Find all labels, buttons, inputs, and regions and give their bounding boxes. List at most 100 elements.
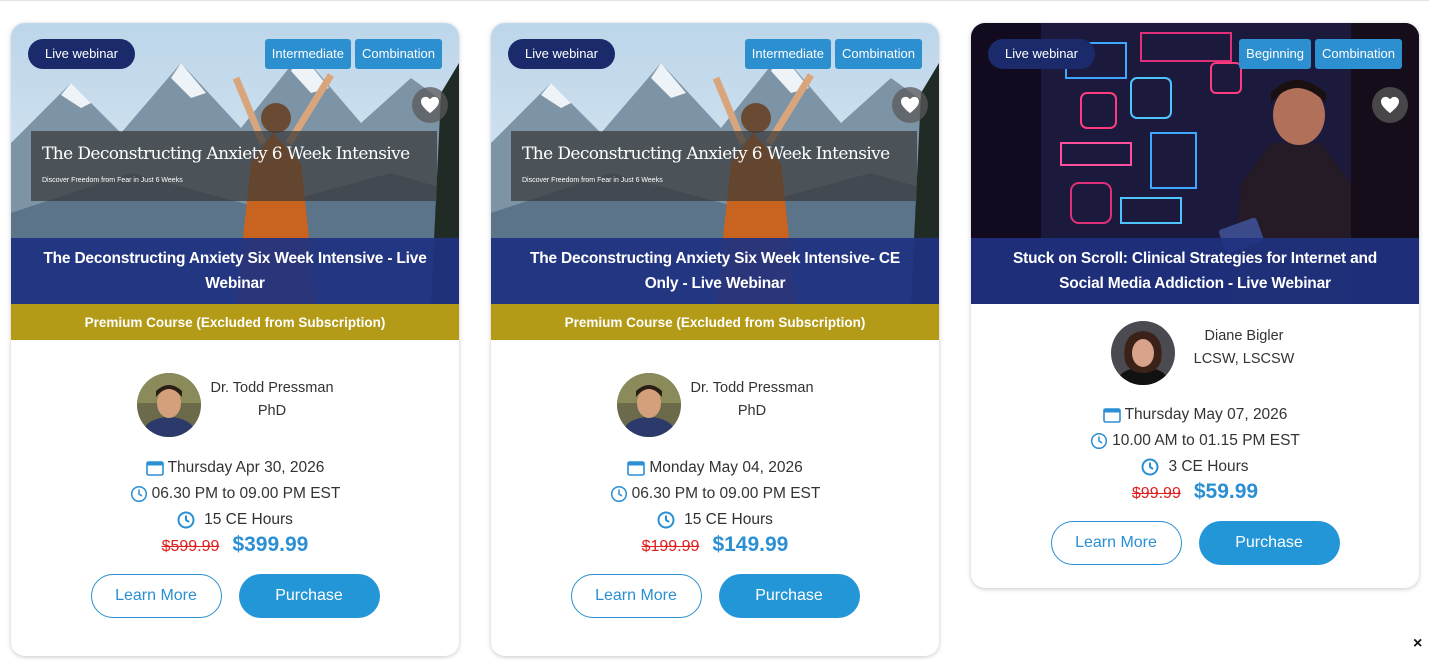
- clock-icon: [1141, 458, 1159, 476]
- course-card: Live webinar Beginning Combination Stuck…: [971, 23, 1419, 588]
- level-tag: Intermediate: [264, 39, 351, 69]
- course-image[interactable]: Live webinar Intermediate Combination Th…: [11, 23, 459, 304]
- instructor-info: Dr. Todd Pressman PhD: [690, 377, 814, 423]
- instructor-credentials: PhD: [737, 403, 767, 419]
- clock-icon: [657, 511, 675, 529]
- format-tag: Combination: [1315, 39, 1402, 69]
- course-title[interactable]: The Deconstructing Anxiety Six Week Inte…: [11, 246, 459, 296]
- top-divider: [0, 0, 1429, 1]
- banner-title: The Deconstructing Anxiety 6 Week Intens…: [42, 144, 410, 164]
- live-webinar-badge: Live webinar: [988, 39, 1095, 69]
- time-row: 06.30 PM to 09.00 PM EST: [11, 481, 459, 507]
- sale-price: $399.99: [232, 533, 309, 556]
- clock-icon: [1090, 432, 1108, 450]
- image-banner: The Deconstructing Anxiety 6 Week Intens…: [31, 131, 437, 201]
- heart-icon: [421, 96, 439, 114]
- course-title[interactable]: The Deconstructing Anxiety Six Week Inte…: [491, 246, 939, 296]
- original-price: $99.99: [1131, 485, 1181, 502]
- ce-hours: 15 CE Hours: [684, 511, 773, 528]
- ce-hours-row: 15 CE Hours: [11, 507, 459, 533]
- instructor-info: Dr. Todd Pressman PhD: [210, 377, 334, 423]
- instructor-credentials: PhD: [257, 403, 287, 419]
- calendar-icon: [145, 459, 164, 477]
- instructor-name[interactable]: Dr. Todd Pressman: [690, 377, 814, 400]
- heart-icon: [901, 96, 919, 114]
- date-row: Monday May 04, 2026: [491, 455, 939, 481]
- level-tags: Intermediate Combination: [264, 39, 442, 69]
- image-banner: The Deconstructing Anxiety 6 Week Intens…: [511, 131, 917, 201]
- avatar: [617, 373, 681, 437]
- clock-icon: [130, 485, 148, 503]
- course-card: Live webinar Intermediate Combination Th…: [11, 23, 459, 656]
- premium-label: Premium Course (Excluded from Subscripti…: [491, 304, 939, 340]
- level-tag: Beginning: [1239, 39, 1311, 69]
- instructor-credentials: LCSW, LSCSW: [1193, 351, 1295, 367]
- calendar-icon: [627, 459, 646, 477]
- original-price: $199.99: [641, 538, 700, 555]
- favorite-button[interactable]: [412, 87, 448, 123]
- clock-icon: [610, 485, 628, 503]
- date-row: Thursday May 07, 2026: [971, 402, 1419, 428]
- format-tag: Combination: [355, 39, 442, 69]
- learn-more-button[interactable]: Learn More: [570, 574, 702, 618]
- action-buttons: Learn More Purchase: [491, 574, 939, 618]
- instructor: Dr. Todd Pressman PhD: [11, 373, 459, 439]
- clock-icon: [177, 511, 195, 529]
- action-buttons: Learn More Purchase: [11, 574, 459, 618]
- ce-hours-row: 3 CE Hours: [971, 454, 1419, 480]
- banner-subtitle: Discover Freedom from Fear in Just 6 Wee…: [42, 177, 183, 184]
- premium-label: Premium Course (Excluded from Subscripti…: [11, 304, 459, 340]
- ce-hours-row: 15 CE Hours: [491, 507, 939, 533]
- favorite-button[interactable]: [1372, 87, 1408, 123]
- purchase-button[interactable]: Purchase: [1198, 521, 1340, 565]
- course-title[interactable]: Stuck on Scroll: Clinical Strategies for…: [971, 246, 1419, 296]
- instructor: Diane Bigler LCSW, LSCSW: [971, 321, 1419, 387]
- time-row: 10.00 AM to 01.15 PM EST: [971, 428, 1419, 454]
- course-date: Monday May 04, 2026: [649, 459, 803, 476]
- course-time: 10.00 AM to 01.15 PM EST: [1112, 432, 1300, 449]
- purchase-button[interactable]: Purchase: [238, 574, 380, 618]
- close-icon[interactable]: ×: [1413, 635, 1422, 653]
- level-tags: Beginning Combination: [1239, 39, 1402, 69]
- course-image[interactable]: Live webinar Beginning Combination Stuck…: [971, 23, 1419, 304]
- price-row: $199.99 $149.99: [491, 533, 939, 565]
- course-time: 06.30 PM to 09.00 PM EST: [151, 485, 341, 502]
- live-webinar-badge: Live webinar: [508, 39, 615, 69]
- instructor-name[interactable]: Diane Bigler: [1177, 325, 1311, 348]
- course-title-band: The Deconstructing Anxiety Six Week Inte…: [491, 238, 939, 304]
- sale-price: $59.99: [1193, 480, 1259, 503]
- live-webinar-badge: Live webinar: [28, 39, 135, 69]
- favorite-button[interactable]: [892, 87, 928, 123]
- level-tag: Intermediate: [744, 39, 831, 69]
- course-image[interactable]: Live webinar Intermediate Combination Th…: [491, 23, 939, 304]
- course-time: 06.30 PM to 09.00 PM EST: [631, 485, 821, 502]
- purchase-button[interactable]: Purchase: [718, 574, 860, 618]
- ce-hours: 15 CE Hours: [204, 511, 293, 528]
- sale-price: $149.99: [712, 533, 789, 556]
- price-row: $99.99 $59.99: [971, 480, 1419, 512]
- course-title-band: The Deconstructing Anxiety Six Week Inte…: [11, 238, 459, 304]
- time-row: 06.30 PM to 09.00 PM EST: [491, 481, 939, 507]
- banner-title: The Deconstructing Anxiety 6 Week Intens…: [522, 144, 890, 164]
- action-buttons: Learn More Purchase: [971, 521, 1419, 565]
- avatar: [137, 373, 201, 437]
- calendar-icon: [1102, 406, 1121, 424]
- avatar: [1111, 321, 1175, 385]
- course-card: Live webinar Intermediate Combination Th…: [491, 23, 939, 656]
- format-tag: Combination: [835, 39, 922, 69]
- course-date: Thursday Apr 30, 2026: [167, 459, 325, 476]
- instructor: Dr. Todd Pressman PhD: [491, 373, 939, 439]
- course-title-band: Stuck on Scroll: Clinical Strategies for…: [971, 238, 1419, 304]
- instructor-info: Diane Bigler LCSW, LSCSW: [1177, 325, 1311, 371]
- price-row: $599.99 $399.99: [11, 533, 459, 565]
- learn-more-button[interactable]: Learn More: [90, 574, 222, 618]
- banner-subtitle: Discover Freedom from Fear in Just 6 Wee…: [522, 177, 663, 184]
- date-row: Thursday Apr 30, 2026: [11, 455, 459, 481]
- course-date: Thursday May 07, 2026: [1124, 406, 1288, 423]
- learn-more-button[interactable]: Learn More: [1050, 521, 1182, 565]
- instructor-name[interactable]: Dr. Todd Pressman: [210, 377, 334, 400]
- heart-icon: [1381, 96, 1399, 114]
- original-price: $599.99: [161, 538, 220, 555]
- ce-hours: 3 CE Hours: [1168, 458, 1249, 475]
- level-tags: Intermediate Combination: [744, 39, 922, 69]
